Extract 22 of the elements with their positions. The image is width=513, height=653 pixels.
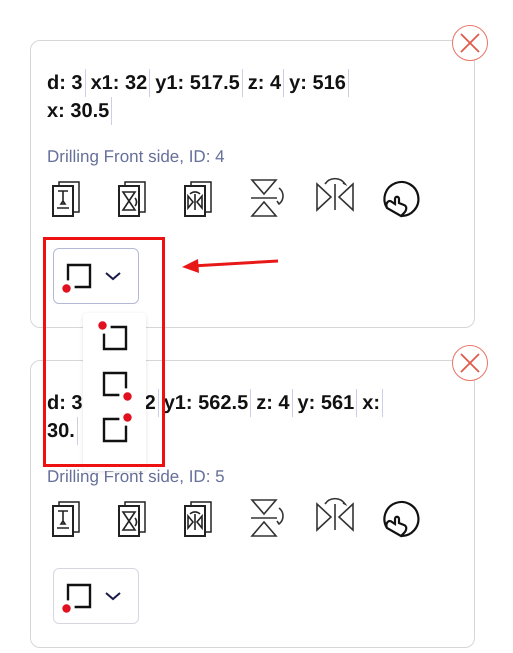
close-button[interactable] [452, 25, 488, 61]
chevron-icon [104, 590, 122, 602]
coordinate-text: y: 561 [298, 389, 358, 417]
corner-dropdown[interactable] [53, 248, 139, 304]
coordinate-text: y1: 517.5 [155, 69, 243, 97]
coordinate-text: d: 3 [47, 69, 86, 97]
coordinate-text: d: 3 [47, 389, 86, 417]
close-icon [459, 32, 481, 54]
coordinate-text: z: 4 [248, 69, 284, 97]
chevron-icon [104, 270, 122, 282]
corner-dropdown[interactable] [53, 568, 139, 624]
close-icon [459, 352, 481, 374]
coordinate-text: x: 30.5 [47, 97, 112, 125]
operation-title: Drilling Front side, ID: 4 [47, 146, 226, 168]
coordinate-text: y: 516 [289, 69, 349, 97]
coordinate-text: 30. [47, 417, 78, 445]
coordinate-text: y1: 562.5 [164, 389, 252, 417]
close-button[interactable] [452, 345, 488, 381]
coordinate-text: x: [362, 389, 384, 417]
coordinate-text: x1: 32 [90, 69, 150, 97]
operation-title: Drilling Front side, ID: 5 [47, 466, 226, 488]
coordinate-text: z: 4 [256, 389, 293, 417]
